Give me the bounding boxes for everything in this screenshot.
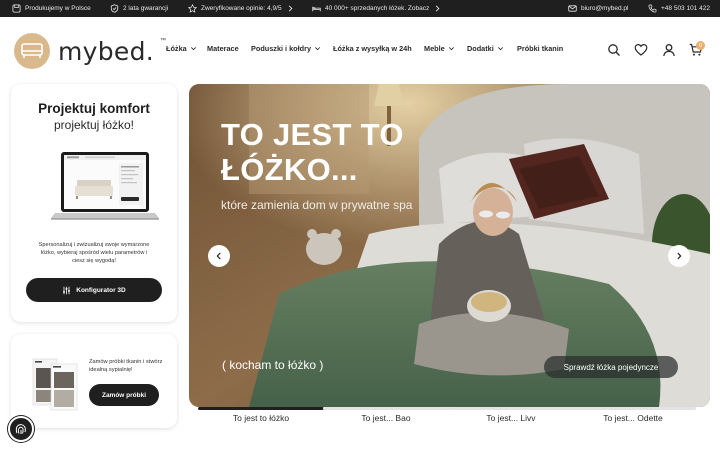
slider-tab-progress	[323, 407, 449, 410]
phone-link[interactable]: +48 503 101 422	[648, 4, 710, 13]
made-in-poland-text: Produkujemy w Polsce	[25, 5, 91, 12]
accessibility-button[interactable]	[8, 416, 34, 442]
chevron-down-icon	[497, 47, 503, 51]
nav-item-24h-beds[interactable]: Łóżka z wysyłką w 24h	[333, 44, 412, 53]
reviews-link[interactable]: Zweryfikowane opinie: 4,9/5	[188, 4, 295, 13]
slider-tab[interactable]: To jest... Bao	[323, 407, 449, 423]
slider-tab-progress	[570, 407, 696, 410]
chevron-right-icon	[288, 5, 293, 12]
hero-tagline: ( kocham to łóżko )	[222, 358, 324, 372]
nav-item-beds[interactable]: Łóżka	[166, 44, 197, 53]
nav-item-accessories[interactable]: Dodatki	[467, 44, 504, 53]
email-text: biuro@mybed.pl	[581, 5, 629, 12]
email-link[interactable]: biuro@mybed.pl	[568, 4, 628, 13]
logo[interactable]: mybed. ™	[14, 33, 168, 69]
slider-tab[interactable]: To jest to łóżko	[198, 407, 324, 423]
nav-item-furniture[interactable]: Meble	[424, 44, 455, 53]
slider-tab-progress	[448, 407, 574, 410]
configurator-laptop-image	[51, 152, 159, 220]
hero-subtitle: które zamienia dom w prywatne spa	[221, 198, 413, 212]
slider-tab[interactable]: To jest... Odette	[570, 407, 696, 423]
chevron-right-icon	[677, 252, 682, 260]
star-icon	[188, 4, 197, 13]
phone-icon	[648, 4, 657, 13]
mail-icon	[568, 5, 577, 12]
configurator-card: Projektuj komfort projektuj łóżko! Spers…	[11, 84, 177, 322]
shield-check-icon	[110, 4, 119, 13]
nav-item-fabric-samples[interactable]: Próbki tkanin	[517, 44, 563, 53]
sliders-icon	[63, 286, 71, 294]
phone-text: +48 503 101 422	[661, 5, 710, 12]
logo-text: mybed.	[58, 36, 155, 66]
slider-tab[interactable]: To jest... Livv	[448, 407, 574, 423]
configurator-3d-button[interactable]: Konfigurator 3D	[26, 278, 162, 302]
nav-item-label: Łóżka z wysyłką w 24h	[333, 44, 412, 53]
order-samples-button[interactable]: Zamów próbki	[89, 384, 159, 406]
warranty-info: 2 lata gwarancji	[110, 4, 168, 13]
hero-slider: TO JEST TO ŁÓŻKO... które zamienia dom w…	[189, 84, 710, 407]
slider-tab-label: To jest... Livv	[486, 413, 536, 423]
fabric-samples-description: Zamów próbki tkanin i stwórz idealną syp…	[89, 359, 163, 374]
configurator-description: Spersonalizuj i zwizualizuj swoje wymarz…	[38, 242, 150, 265]
chevron-down-icon	[190, 47, 196, 51]
nav-item-label: Poduszki i kołdry	[251, 44, 312, 53]
slider-tabs: To jest to łóżko To jest... Bao To jest.…	[198, 407, 698, 427]
hero-title-line2: ŁÓŻKO...	[221, 151, 358, 187]
fabric-samples-card: Zamów próbki tkanin i stwórz idealną syp…	[11, 334, 177, 428]
chevron-left-icon	[216, 252, 221, 260]
warranty-text: 2 lata gwarancji	[123, 5, 169, 12]
user-icon[interactable]	[662, 43, 676, 57]
slider-prev-button[interactable]	[208, 245, 230, 267]
hero-title: TO JEST TO ŁÓŻKO...	[221, 117, 404, 187]
nav-item-label: Dodatki	[467, 44, 494, 53]
logo-bed-icon	[14, 33, 50, 69]
nav-item-label: Meble	[424, 44, 445, 53]
nav-item-label: Łóżka	[166, 44, 187, 53]
fingerprint-icon	[15, 424, 26, 434]
made-in-poland-info: Produkujemy w Polsce	[12, 4, 91, 13]
chevron-down-icon	[315, 47, 321, 51]
reviews-text: Zweryfikowane opinie: 4,9/5	[201, 5, 282, 12]
configurator-3d-button-label: Konfigurator 3D	[76, 286, 126, 294]
slider-tab-label: To jest... Odette	[603, 413, 663, 423]
top-info-bar: Produkujemy w Polsce 2 lata gwarancji Zw…	[0, 0, 720, 17]
heart-icon[interactable]	[634, 43, 648, 57]
nav-item-pillows[interactable]: Poduszki i kołdry	[251, 44, 321, 53]
slider-next-button[interactable]	[668, 245, 690, 267]
slider-tab-progress	[198, 407, 324, 410]
nav-item-mattresses[interactable]: Materace	[207, 44, 239, 53]
configurator-title: Projektuj komfort	[38, 101, 150, 116]
hero-title-line1: TO JEST TO	[221, 117, 404, 152]
site-header: mybed. ™ Łóżka Materace Poduszki i kołdr…	[0, 17, 720, 83]
box-icon	[12, 4, 21, 13]
fabric-samples-image	[32, 358, 78, 411]
sold-beds-text: 40 000+ sprzedanych łóżek. Zobacz	[325, 5, 430, 12]
check-single-beds-button[interactable]: Sprawdź łóżka pojedyncze	[544, 356, 678, 378]
nav-item-label: Próbki tkanin	[517, 44, 564, 53]
slider-tab-label: To jest to łóżko	[232, 413, 290, 423]
bed-icon	[312, 6, 321, 12]
chevron-right-icon	[436, 5, 440, 12]
configurator-subtitle: projektuj łóżko!	[53, 118, 135, 132]
slider-tab-label: To jest... Bao	[361, 413, 411, 423]
cart-count-badge: 0	[696, 41, 705, 50]
search-icon[interactable]	[607, 43, 621, 57]
chevron-down-icon	[448, 47, 454, 51]
nav-item-label: Materace	[207, 44, 239, 53]
sold-beds-link[interactable]: 40 000+ sprzedanych łóżek. Zobacz	[312, 4, 442, 13]
